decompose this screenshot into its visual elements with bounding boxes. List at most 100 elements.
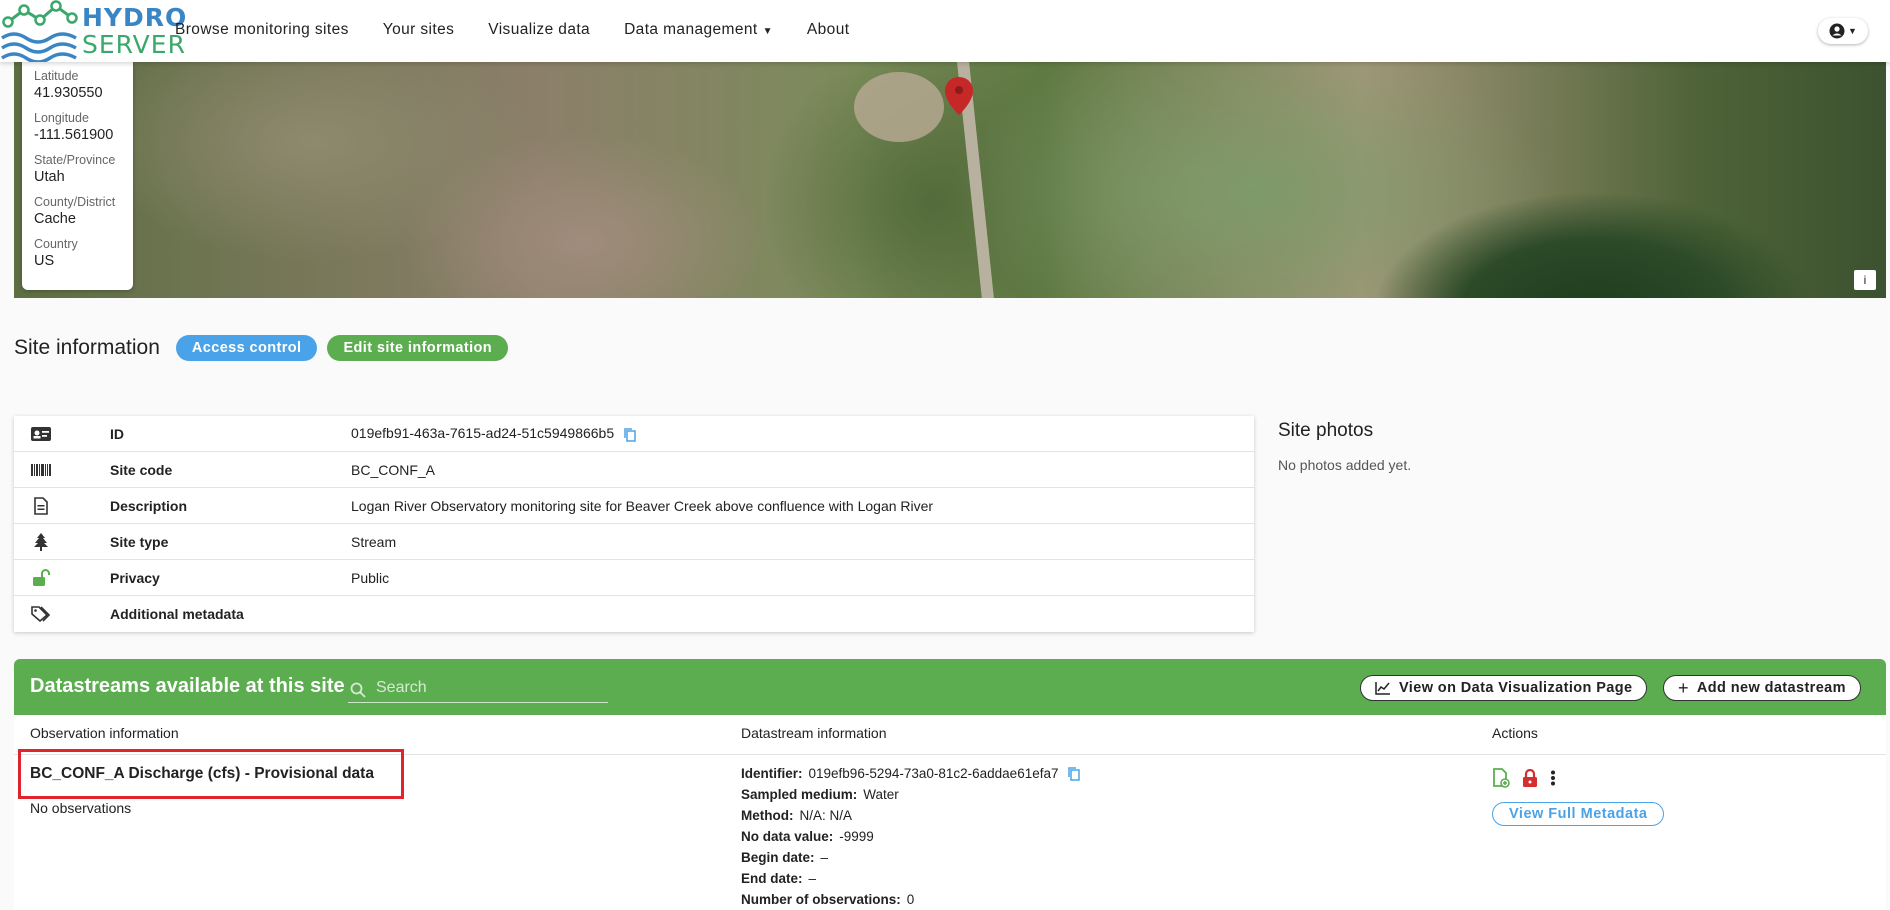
no-observations-text: No observations [30, 800, 132, 816]
coord-label: Longitude [34, 111, 89, 125]
coord-label: Country [34, 237, 78, 251]
file-add-icon[interactable] [1492, 768, 1510, 788]
coord-value: US [34, 253, 55, 269]
document-icon [30, 495, 52, 517]
view-visualization-button[interactable]: View on Data Visualization Page [1360, 675, 1648, 701]
coord-label: County/District [34, 195, 116, 209]
user-menu-button[interactable]: ▼ [1818, 18, 1868, 44]
info-row-additional-metadata: Additional metadata [14, 596, 1254, 632]
ds-label: No data value: [741, 829, 834, 844]
search-placeholder: Search [376, 679, 427, 696]
ds-nodata-value: -9999 [839, 829, 874, 844]
coord-state: State/Province Utah [34, 153, 121, 185]
ds-method: Method: N/A: N/A [741, 805, 1080, 826]
add-datastream-label: Add new datastream [1696, 680, 1846, 696]
hydroserver-logo[interactable]: HYDRO SERVER [0, 0, 186, 64]
datastreams-header: Datastreams available at this site Searc… [14, 659, 1886, 715]
nav-browse-sites[interactable]: Browse monitoring sites [175, 21, 349, 39]
view-visualization-label: View on Data Visualization Page [1399, 680, 1633, 696]
tree-icon [30, 531, 52, 553]
map-clearing [854, 72, 944, 142]
nav-about[interactable]: About [807, 21, 850, 39]
info-key: ID [110, 425, 124, 442]
coord-label: Latitude [34, 69, 79, 83]
column-header-observation: Observation information [30, 725, 179, 741]
ds-begin-value: – [820, 850, 829, 865]
coord-value: 41.930550 [34, 85, 103, 101]
info-value: Stream [351, 533, 397, 550]
copy-icon[interactable] [624, 427, 636, 442]
datastream-name[interactable]: BC_CONF_A Discharge (cfs) - Provisional … [30, 765, 374, 783]
lock-icon[interactable] [1522, 769, 1538, 787]
info-row-site-code: Site code BC_CONF_A [14, 452, 1254, 488]
coord-value: Utah [34, 169, 65, 185]
coord-latitude: Latitude 41.930550 [34, 69, 121, 101]
info-row-description: Description Logan River Observatory moni… [14, 488, 1254, 524]
copy-icon[interactable] [1068, 767, 1081, 782]
coord-longitude: Longitude -111.561900 [34, 111, 121, 143]
top-navbar: HYDRO SERVER Browse monitoring sites You… [0, 0, 1890, 64]
edit-site-button[interactable]: Edit site information [327, 335, 509, 361]
datastreams-title: Datastreams available at this site [30, 675, 345, 697]
datastream-name-highlight: BC_CONF_A Discharge (cfs) - Provisional … [18, 749, 404, 799]
nav-your-sites[interactable]: Your sites [383, 21, 455, 39]
coord-county: County/District Cache [34, 195, 121, 227]
ds-identifier-value: 019efb96-5294-73a0-81c2-6addae61efa7 [808, 766, 1059, 781]
map-pin-icon[interactable] [944, 76, 974, 116]
site-photos-title: Site photos [1278, 420, 1374, 441]
ds-medium: Sampled medium: Water [741, 784, 1080, 805]
coord-label: State/Province [34, 153, 116, 167]
chart-line-icon [1375, 682, 1390, 695]
barcode-icon [30, 459, 52, 481]
add-datastream-button[interactable]: + Add new datastream [1663, 675, 1861, 701]
datastream-actions [1492, 768, 1556, 788]
ds-label: Number of observations: [741, 892, 901, 907]
nav-visualize-data[interactable]: Visualize data [488, 21, 590, 39]
info-key: Additional metadata [110, 606, 244, 622]
chevron-down-icon: ▼ [762, 26, 773, 37]
tags-icon [30, 603, 52, 625]
info-row-site-type: Site type Stream [14, 524, 1254, 560]
ds-medium-value: Water [863, 787, 899, 802]
page-title: Site information [14, 336, 160, 359]
ds-label: Method: [741, 808, 794, 823]
info-key: Privacy [110, 569, 160, 586]
info-key: Description [110, 497, 188, 514]
site-info-header: Site information Access control Edit sit… [14, 335, 509, 361]
more-vertical-icon[interactable] [1550, 770, 1556, 786]
column-header-actions: Actions [1492, 725, 1538, 741]
site-map[interactable]: i [14, 62, 1886, 298]
nav-data-management-label: Data management [624, 21, 758, 38]
main-nav: Browse monitoring sites Your sites Visua… [175, 21, 849, 39]
chevron-down-icon: ▼ [1848, 26, 1857, 36]
view-full-metadata-button[interactable]: View Full Metadata [1492, 802, 1665, 826]
logo-text: HYDRO SERVER [82, 4, 187, 58]
datastream-search-input[interactable]: Search [348, 679, 608, 703]
id-card-icon [30, 423, 52, 445]
coord-value: -111.561900 [34, 127, 114, 143]
info-row-id: ID 019efb91-463a-7615-ad24-51c5949866b5 [14, 416, 1254, 452]
ds-label: Sampled medium: [741, 787, 858, 802]
logo-network-icon [1, 0, 78, 64]
site-info-table: ID 019efb91-463a-7615-ad24-51c5949866b5 … [14, 416, 1254, 632]
ds-count: Number of observations: 0 [741, 889, 1080, 910]
access-control-button[interactable]: Access control [175, 335, 318, 361]
site-photos-empty: No photos added yet. [1278, 457, 1412, 473]
ds-label: Begin date: [741, 850, 815, 865]
info-value: BC_CONF_A [351, 461, 436, 478]
coord-country: Country US [34, 237, 121, 269]
map-attribution-button[interactable]: i [1854, 270, 1876, 290]
logo-line-1: HYDRO [82, 3, 188, 32]
coord-value: Cache [34, 211, 76, 227]
info-key: Site code [110, 461, 173, 478]
nav-data-management[interactable]: Data management ▼ [624, 21, 773, 39]
site-coordinates-card: Latitude 41.930550 Longitude -111.561900… [22, 62, 133, 290]
ds-identifier: Identifier: 019efb96-5294-73a0-81c2-6adda… [741, 763, 1081, 784]
ds-label: End date: [741, 871, 803, 886]
logo-line-2: SERVER [82, 30, 186, 59]
column-header-datastream: Datastream information [741, 725, 887, 741]
account-circle-icon [1829, 23, 1845, 39]
info-value: Public [351, 569, 390, 586]
info-key: Site type [110, 533, 169, 550]
search-icon [350, 682, 366, 698]
